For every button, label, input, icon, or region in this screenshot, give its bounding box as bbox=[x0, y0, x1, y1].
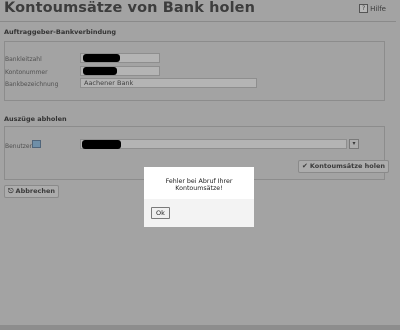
chevron-down-icon[interactable]: ▾ bbox=[349, 139, 359, 149]
sender-section-title: Auftraggeber-Bankverbindung bbox=[4, 28, 117, 36]
bank-code-redacted bbox=[83, 54, 120, 62]
error-dialog: Fehler bei Abruf Ihrer Kontoumsätze! Ok bbox=[144, 167, 254, 227]
fetch-statements-button[interactable]: ✔ Kontoumsätze holen bbox=[298, 160, 390, 173]
page-title: Kontoumsätze von Bank holen bbox=[4, 0, 256, 16]
account-label: Kontonummer bbox=[5, 69, 48, 76]
statements-section-title: Auszüge abholen bbox=[4, 115, 67, 123]
help-icon: ? bbox=[359, 4, 369, 13]
user-icon[interactable] bbox=[32, 140, 41, 148]
cancel-button[interactable]: ⎋ Abbrechen bbox=[4, 185, 60, 198]
user-label: Benutzer bbox=[5, 143, 33, 150]
cancel-icon: ⎋ bbox=[8, 187, 14, 195]
bank-name-field[interactable]: Aachener Bank bbox=[80, 78, 257, 88]
bank-code-label: Bankleitzahl bbox=[5, 56, 42, 63]
cancel-label: Abbrechen bbox=[15, 187, 56, 195]
help-link[interactable]: ? Hilfe bbox=[359, 4, 386, 13]
help-label: Hilfe bbox=[370, 4, 386, 13]
status-bar bbox=[0, 325, 400, 330]
ok-button[interactable]: Ok bbox=[151, 207, 170, 219]
header-divider bbox=[0, 21, 396, 22]
fetch-statements-label: Kontoumsätze holen bbox=[309, 162, 386, 170]
checkmark-icon: ✔ bbox=[302, 162, 308, 170]
user-redacted bbox=[82, 140, 121, 149]
dialog-message: Fehler bei Abruf Ihrer Kontoumsätze! bbox=[165, 178, 233, 192]
bank-name-label: Bankbezeichnung bbox=[5, 81, 59, 88]
sender-group: Bankleitzahl Kontonummer Bankbezeichnung… bbox=[4, 41, 385, 101]
account-redacted bbox=[83, 67, 117, 75]
